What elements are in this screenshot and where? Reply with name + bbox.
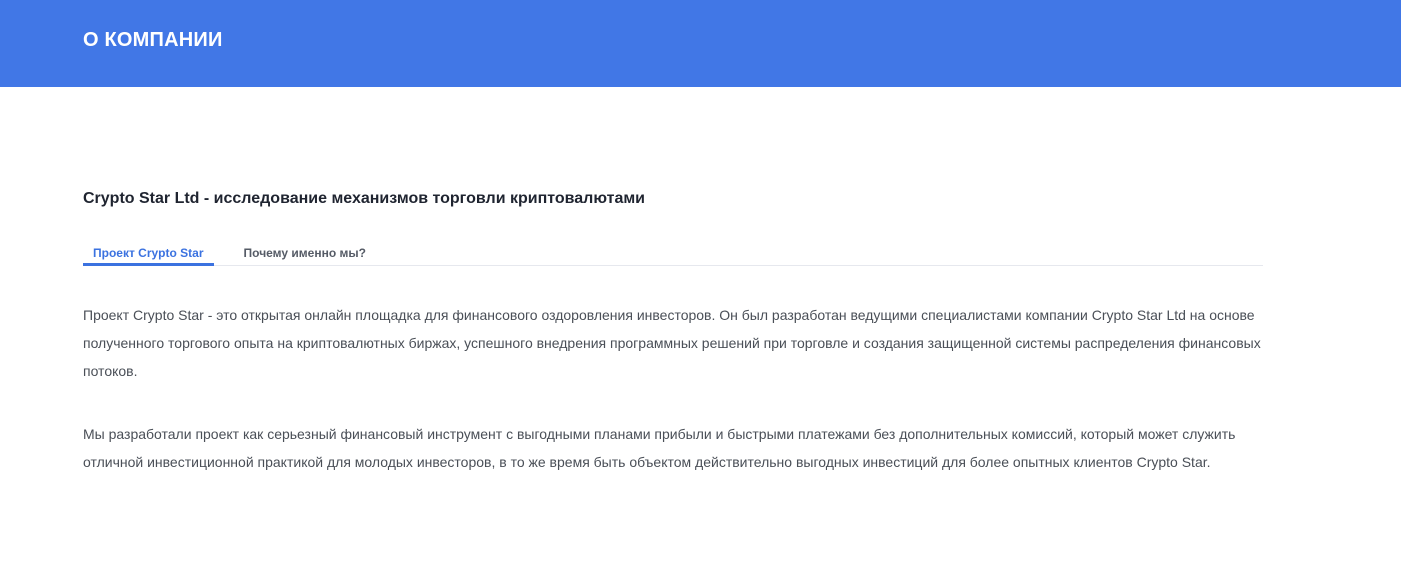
main-content: Crypto Star Ltd - исследование механизмо… bbox=[83, 188, 1263, 476]
tab-project-crypto-star[interactable]: Проект Crypto Star bbox=[83, 210, 214, 266]
tab-why-us[interactable]: Почему именно мы? bbox=[234, 210, 376, 266]
content-paragraph: Мы разработали проект как серьезный фина… bbox=[83, 426, 1236, 470]
page-title: О КОМПАНИИ bbox=[83, 29, 223, 51]
tab-bar: Проект Crypto Star Почему именно мы? bbox=[83, 210, 1263, 266]
section-title: Crypto Star Ltd - исследование механизмо… bbox=[83, 190, 646, 207]
page-header: О КОМПАНИИ bbox=[0, 0, 1401, 87]
content-paragraph: Проект Crypto Star - это открытая онлайн… bbox=[83, 307, 1261, 379]
